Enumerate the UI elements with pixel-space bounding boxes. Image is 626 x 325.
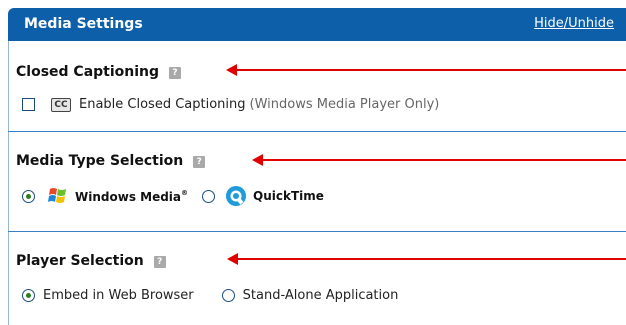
stand-alone-radio[interactable]: [221, 289, 235, 302]
media-type-title-text: Media Type Selection: [16, 153, 184, 169]
closed-captioning-title-text: Closed Captioning: [16, 64, 160, 80]
panel-header: Media Settings Hide/Unhide: [8, 8, 626, 41]
windows-media-label[interactable]: Windows Media®: [75, 189, 188, 204]
panel-title: Media Settings: [24, 16, 143, 32]
closed-captioning-title: Closed Captioning?: [16, 64, 182, 80]
hide-unhide-link[interactable]: Hide/Unhide: [534, 16, 614, 31]
media-type-row: Windows Media® QuickTime: [22, 185, 324, 207]
windows-media-logo-icon: [48, 188, 66, 203]
windows-media-radio[interactable]: [22, 189, 35, 203]
media-settings-panel: Media Settings Hide/Unhide Closed Captio…: [0, 0, 626, 325]
help-icon[interactable]: ?: [153, 256, 166, 268]
closed-captioning-row: CC Enable Closed Captioning (Windows Med…: [22, 97, 439, 112]
player-selection-row: Embed in Web Browser Stand-Alone Applica…: [22, 288, 398, 303]
player-selection-title-text: Player Selection: [16, 253, 144, 269]
closed-caption-icon: CC: [51, 97, 71, 112]
panel-body: [8, 41, 626, 325]
help-icon[interactable]: ?: [193, 156, 206, 168]
quicktime-radio[interactable]: [202, 189, 216, 203]
section-divider: [8, 131, 626, 132]
quicktime-logo-icon: [226, 186, 247, 206]
closed-captioning-note: (Windows Media Player Only): [249, 97, 440, 112]
quicktime-label[interactable]: QuickTime: [253, 189, 324, 203]
annotation-arrow: [227, 253, 626, 265]
media-type-title: Media Type Selection?: [16, 153, 206, 169]
annotation-arrow: [226, 64, 626, 76]
annotation-arrow: [252, 154, 626, 166]
player-selection-title: Player Selection?: [16, 253, 166, 269]
embed-in-browser-radio[interactable]: [22, 289, 35, 302]
stand-alone-label[interactable]: Stand-Alone Application: [243, 288, 399, 303]
enable-closed-captioning-checkbox[interactable]: [22, 98, 35, 111]
help-icon[interactable]: ?: [169, 67, 182, 79]
embed-in-browser-label[interactable]: Embed in Web Browser: [43, 288, 194, 303]
section-divider: [8, 231, 626, 232]
enable-closed-captioning-label[interactable]: Enable Closed Captioning: [79, 97, 246, 112]
